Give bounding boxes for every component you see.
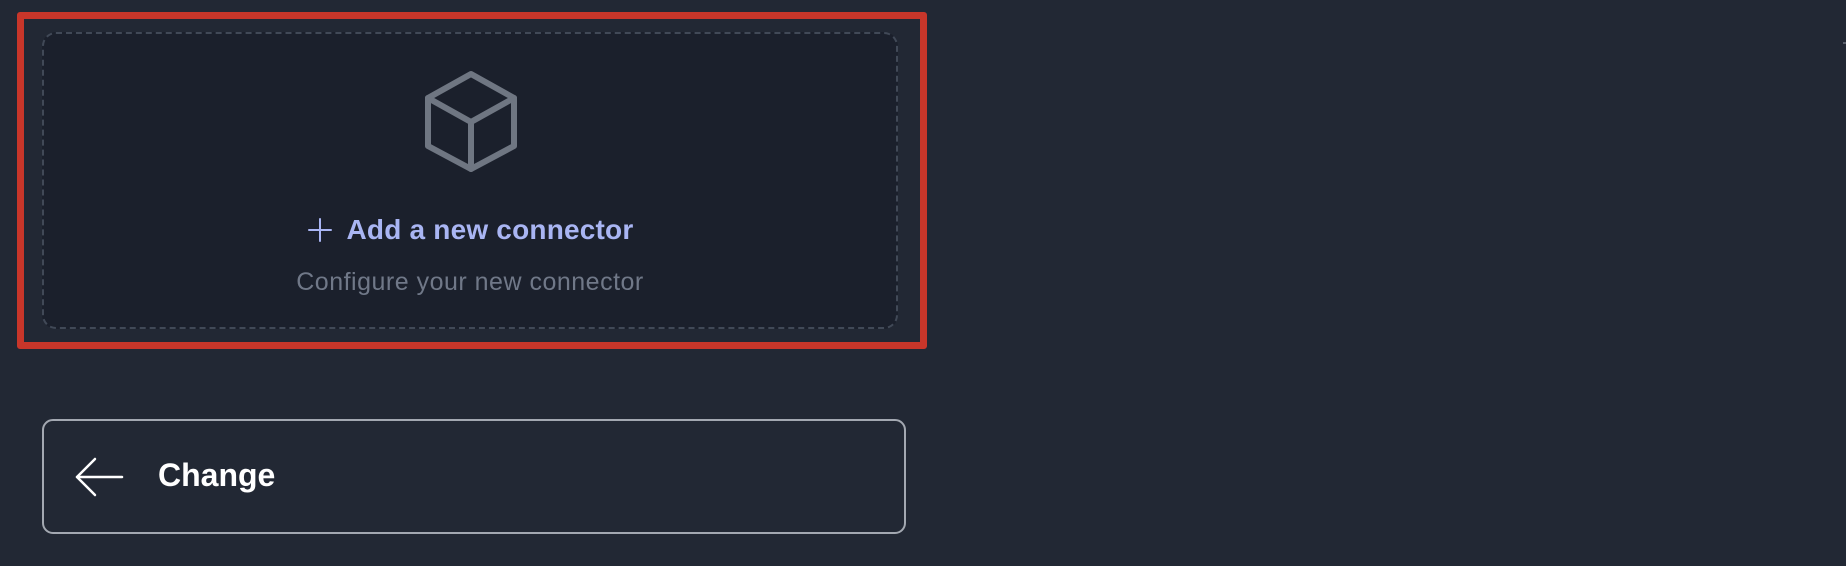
selection-highlight xyxy=(17,12,927,349)
change-button[interactable]: Change xyxy=(42,419,906,534)
change-label: Change xyxy=(158,457,276,493)
page: Add a new connector Configure your new c… xyxy=(0,0,1846,566)
arrow-left-icon xyxy=(75,457,124,497)
